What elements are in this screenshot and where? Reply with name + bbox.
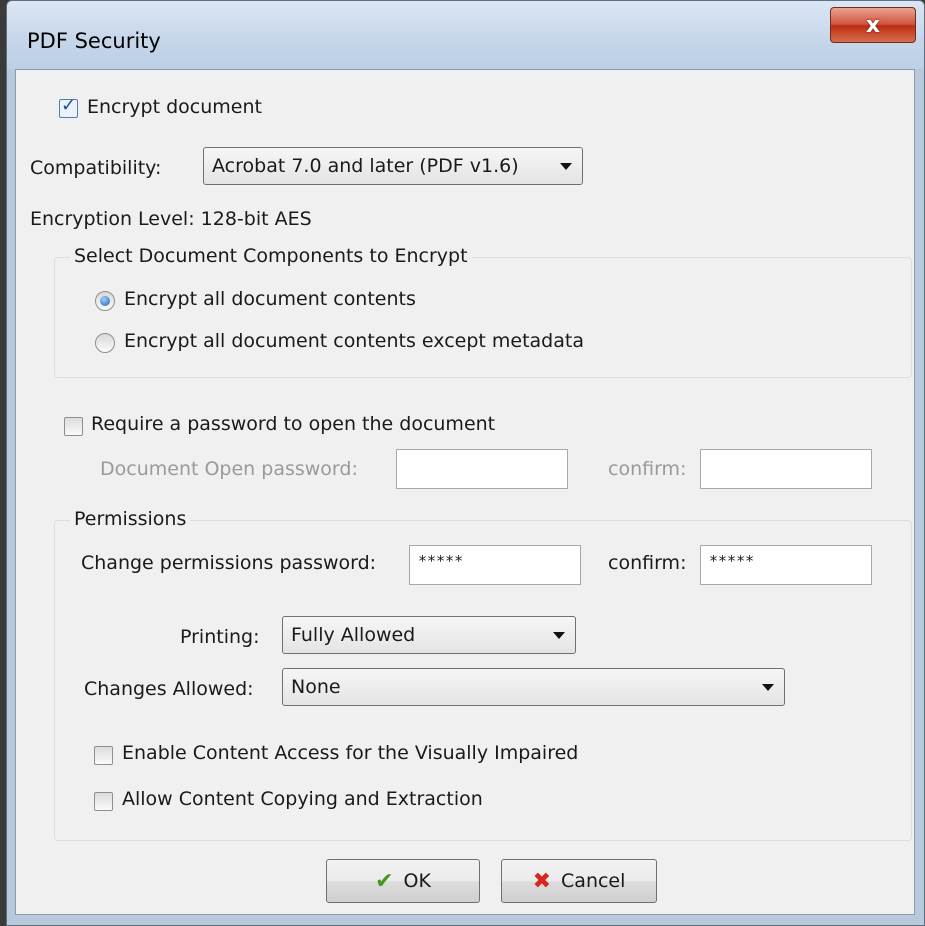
changes-allowed-value: None — [291, 676, 341, 698]
checkmark-icon: ✔ — [375, 868, 394, 894]
change-permissions-password-value: ***** — [418, 552, 464, 570]
chevron-down-icon — [762, 684, 774, 691]
changes-allowed-select[interactable]: None — [282, 668, 785, 706]
radio-encrypt-all[interactable] — [95, 291, 115, 311]
compatibility-value: Acrobat 7.0 and later (PDF v1.6) — [212, 155, 519, 177]
require-open-password-checkbox[interactable] — [64, 417, 83, 436]
encryption-level-text: Encryption Level: 128-bit AES — [30, 208, 312, 230]
encrypt-document-checkbox[interactable]: ✓ — [59, 95, 78, 118]
chevron-down-icon — [553, 632, 565, 639]
pdf-security-dialog: PDF Security x ✓ Encrypt document Compat… — [6, 0, 925, 926]
encrypt-document-label: Encrypt document — [87, 96, 262, 118]
permissions-legend: Permissions — [70, 508, 191, 530]
components-group — [54, 257, 912, 378]
close-icon: x — [865, 12, 881, 38]
compatibility-select[interactable]: Acrobat 7.0 and later (PDF v1.6) — [203, 147, 583, 185]
cancel-button[interactable]: ✖ Cancel — [501, 859, 657, 903]
close-button[interactable]: x — [830, 7, 916, 43]
window-title: PDF Security — [27, 29, 161, 53]
visually-impaired-access-label: Enable Content Access for the Visually I… — [122, 742, 579, 764]
radio-selected-dot — [100, 296, 110, 306]
change-permissions-password-label: Change permissions password: — [81, 552, 377, 574]
open-password-confirm-label: confirm: — [608, 458, 687, 480]
open-password-input[interactable] — [396, 449, 568, 489]
open-password-label: Document Open password: — [100, 458, 358, 480]
x-icon: ✖ — [532, 868, 552, 894]
compatibility-label: Compatibility: — [30, 157, 162, 179]
cancel-button-label: Cancel — [561, 870, 626, 892]
chevron-down-icon — [560, 163, 572, 170]
permissions-confirm-label: confirm: — [608, 552, 687, 574]
require-open-password-label: Require a password to open the document — [91, 413, 496, 435]
permissions-confirm-value: ***** — [709, 552, 755, 570]
content-copying-label: Allow Content Copying and Extraction — [122, 788, 483, 810]
printing-label: Printing: — [180, 626, 260, 648]
change-permissions-password-input[interactable]: ***** — [409, 545, 581, 585]
radio-encrypt-except-metadata-label: Encrypt all document contents except met… — [124, 330, 584, 352]
ok-button-label: OK — [403, 870, 431, 892]
changes-allowed-label: Changes Allowed: — [84, 678, 254, 700]
visually-impaired-access-checkbox[interactable] — [94, 746, 113, 765]
radio-encrypt-all-label: Encrypt all document contents — [124, 288, 416, 310]
ok-button[interactable]: ✔ OK — [326, 859, 480, 903]
printing-value: Fully Allowed — [291, 624, 416, 646]
permissions-confirm-input[interactable]: ***** — [700, 545, 872, 585]
title-bar[interactable]: PDF Security x — [7, 1, 924, 69]
checkmark-icon: ✓ — [61, 95, 77, 116]
content-copying-checkbox[interactable] — [94, 792, 113, 811]
dialog-body: ✓ Encrypt document Compatibility: Acroba… — [15, 69, 915, 915]
open-password-confirm-input[interactable] — [700, 449, 872, 489]
components-legend: Select Document Components to Encrypt — [70, 245, 472, 267]
printing-select[interactable]: Fully Allowed — [282, 616, 576, 654]
radio-encrypt-except-metadata[interactable] — [95, 333, 115, 353]
